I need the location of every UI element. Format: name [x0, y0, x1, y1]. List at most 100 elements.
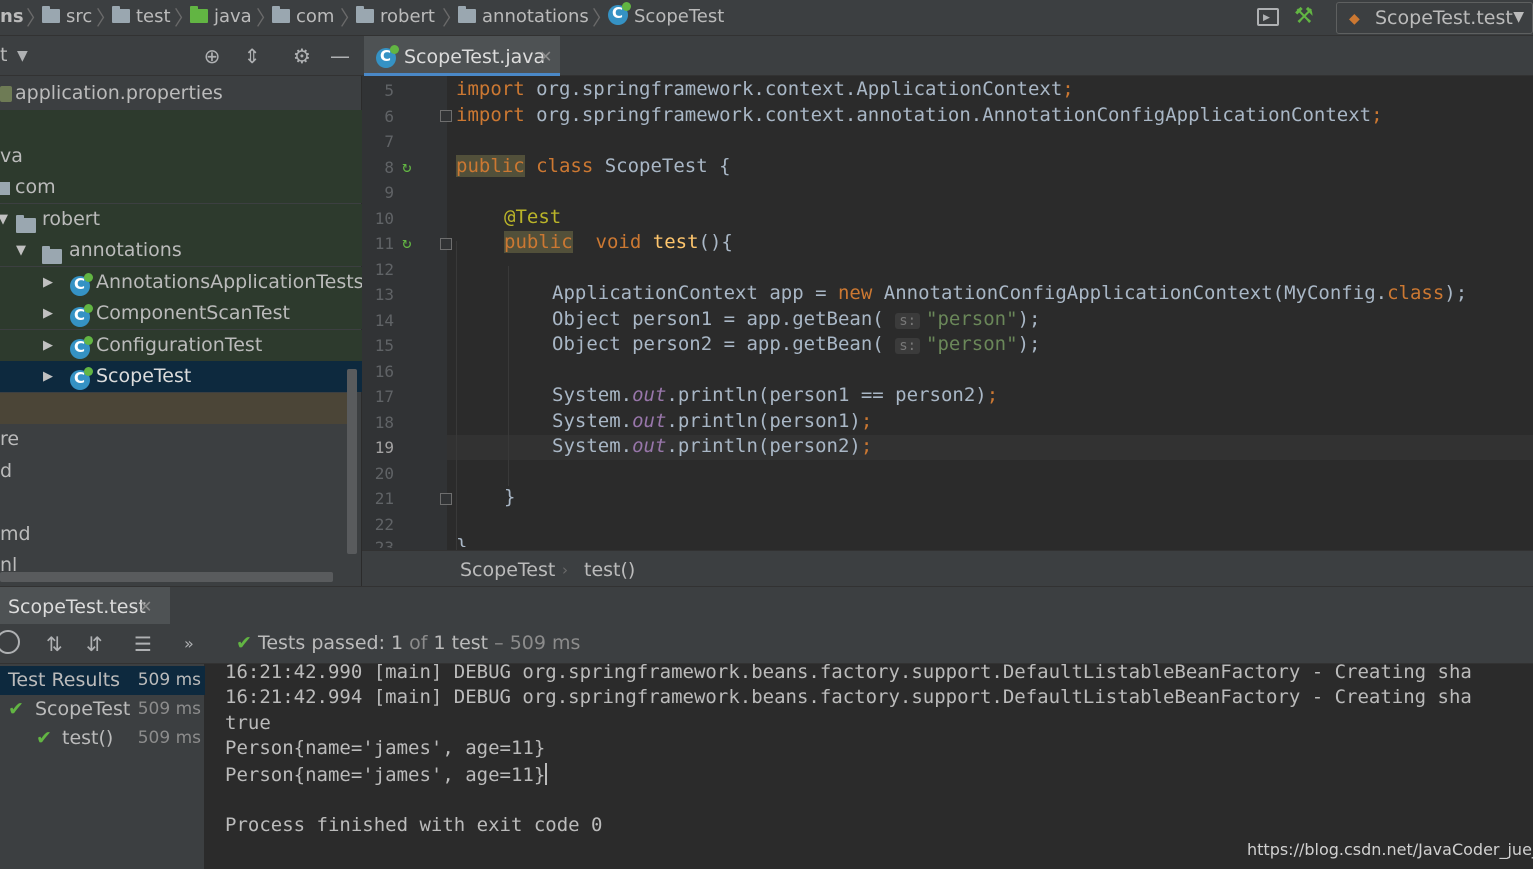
- horizontal-scrollbar[interactable]: [0, 572, 333, 582]
- parameter-hint: s:: [895, 313, 921, 329]
- run-test-class-icon[interactable]: ↻: [402, 157, 420, 176]
- indent-guide: [456, 241, 457, 550]
- sort-alphabetically-icon[interactable]: ⇅: [46, 632, 63, 656]
- line-number: 16: [374, 362, 394, 381]
- chevron-down-icon[interactable]: ▼: [16, 235, 32, 266]
- tree-item-configurationtest[interactable]: ▶ ConfigurationTest: [0, 330, 362, 361]
- run-configuration-select[interactable]: ◆ ScopeTest.test ▼: [1336, 2, 1533, 34]
- console-line: 16:21:42.994 [main] DEBUG org.springfram…: [225, 686, 1472, 708]
- locate-target-icon[interactable]: ⊕: [200, 44, 224, 68]
- tab-scopetest-java[interactable]: ScopeTest.java ✕: [364, 36, 560, 76]
- test-status: ✔ Tests passed: 1 of 1 test – 509 ms: [236, 632, 580, 654]
- status-of: of: [403, 632, 434, 654]
- test-class-scopetest[interactable]: ✔ ScopeTest 509 ms: [0, 695, 205, 724]
- console-output[interactable]: 16:21:42.990 [main] DEBUG org.springfram…: [205, 664, 1533, 869]
- tab-run-scopetest[interactable]: ScopeTest.test ✕: [0, 587, 170, 625]
- check-icon: ✔: [236, 632, 252, 654]
- chevron-down-icon: ▼: [1513, 9, 1524, 25]
- code-line-13: ApplicationContext app = new AnnotationC…: [552, 282, 1468, 304]
- watermark-url: https://blog.csdn.net/JavaCoder_juejue: [1247, 840, 1533, 859]
- tree-item-componentscantest[interactable]: ▶ ComponentScanTest: [0, 298, 362, 329]
- junit-config-icon: ◆: [1349, 11, 1360, 27]
- breadcrumb-test[interactable]: test: [112, 0, 171, 36]
- breadcrumb-robert[interactable]: robert: [356, 0, 435, 36]
- test-method-test[interactable]: ✔ test() 509 ms: [0, 724, 205, 753]
- breadcrumb-java[interactable]: java: [190, 0, 252, 36]
- tree-item-label: robert: [42, 208, 101, 230]
- folder-icon: [112, 6, 130, 23]
- chevron-right-icon: ›: [562, 561, 568, 579]
- chevron-down-icon[interactable]: ▼: [17, 48, 28, 64]
- breadcrumb-module[interactable]: ns: [0, 0, 24, 36]
- breadcrumb-scopetest[interactable]: ScopeTest: [608, 0, 724, 36]
- tab-label: ScopeTest.test: [8, 596, 146, 618]
- chevron-right-icon[interactable]: ▶: [43, 267, 59, 298]
- test-duration: 509 ms: [137, 670, 201, 690]
- run-test-method-icon[interactable]: ↻: [402, 233, 420, 252]
- stop-ignored-icon[interactable]: [0, 630, 20, 654]
- tree-item-robert[interactable]: ▼ robert: [0, 204, 362, 235]
- breadcrumb-com[interactable]: com: [272, 0, 334, 36]
- tree-item-nl[interactable]: nl: [0, 550, 362, 572]
- expand-all-icon[interactable]: ☰: [134, 632, 152, 656]
- tree-item-annotationsapplicationtests[interactable]: ▶ AnnotationsApplicationTests: [0, 267, 364, 298]
- breadcrumb-annotations[interactable]: annotations: [458, 0, 589, 36]
- chevron-right-icon[interactable]: ▶: [43, 330, 59, 361]
- fold-marker-icon[interactable]: [440, 238, 452, 250]
- code-line-6: import org.springframework.context.annot…: [456, 104, 1383, 126]
- project-view-selector[interactable]: t: [0, 44, 7, 66]
- gear-icon[interactable]: ⚙: [290, 44, 314, 68]
- chevron-right-icon[interactable]: ▶: [43, 298, 59, 329]
- line-number: 13: [374, 285, 394, 304]
- project-structure-icon[interactable]: ▶: [1257, 8, 1279, 26]
- package-icon: [0, 182, 10, 195]
- line-number: 22: [374, 515, 394, 534]
- indent-guide: [508, 266, 509, 486]
- minimize-icon[interactable]: —: [328, 44, 352, 68]
- more-actions-icon[interactable]: »: [184, 634, 194, 653]
- folder-icon: [42, 6, 60, 23]
- code-line-11: public void test(){: [504, 231, 733, 253]
- chevron-right-icon: 〉: [442, 6, 462, 30]
- tree-item-java[interactable]: va: [0, 141, 362, 172]
- tree-item-scopetest[interactable]: ▶ ScopeTest: [0, 361, 362, 392]
- breadcrumb-label: src: [66, 6, 93, 27]
- chevron-right-icon: 〉: [340, 6, 360, 30]
- collapse-all-icon[interactable]: ⇕: [240, 44, 264, 68]
- test-results-root[interactable]: Test Results 509 ms: [0, 666, 205, 695]
- vertical-scrollbar[interactable]: [347, 369, 357, 554]
- tab-label: ScopeTest.java: [404, 46, 546, 68]
- sort-by-duration-icon[interactable]: ⇵: [86, 632, 103, 656]
- breadcrumb-label: ns: [0, 6, 24, 27]
- fold-marker-icon[interactable]: [440, 493, 452, 505]
- console-line: 16:21:42.990 [main] DEBUG org.springfram…: [225, 664, 1472, 683]
- breadcrumb-method[interactable]: test(): [584, 559, 635, 581]
- line-number: 8: [384, 158, 394, 177]
- close-icon[interactable]: ✕: [539, 47, 552, 66]
- editor-tab-bar: ScopeTest.java ✕: [362, 36, 1533, 76]
- fold-marker-icon[interactable]: [440, 110, 452, 122]
- tree-item-annotations[interactable]: ▼ annotations: [0, 235, 362, 266]
- close-icon[interactable]: ✕: [139, 597, 152, 616]
- line-number: 20: [374, 464, 394, 483]
- test-class-icon: [376, 45, 399, 68]
- code-editor[interactable]: 5 6 7 8 9 10 11 12 13 14 15 16 17 18 19 …: [362, 76, 1533, 550]
- chevron-down-icon[interactable]: ▼: [0, 204, 14, 235]
- tree-item-com[interactable]: com: [0, 172, 362, 203]
- breadcrumb-label: robert: [380, 6, 435, 27]
- package-icon: [356, 6, 374, 23]
- code-line-17: System.out.println(person1 == person2);: [552, 384, 999, 406]
- chevron-right-icon[interactable]: ▶: [43, 361, 59, 392]
- tree-item-re[interactable]: re: [0, 424, 362, 455]
- build-hammer-icon[interactable]: ⚒: [1294, 4, 1314, 29]
- chevron-right-icon: 〉: [26, 6, 46, 30]
- tree-item-label: d: [0, 460, 13, 482]
- tree-item-application-properties[interactable]: application.properties: [0, 78, 362, 109]
- breadcrumb-class[interactable]: ScopeTest: [460, 559, 555, 581]
- line-number: 5: [384, 81, 394, 100]
- tree-item-label: ComponentScanTest: [96, 302, 290, 324]
- tree-item-d[interactable]: d: [0, 456, 362, 487]
- breadcrumb-src[interactable]: src: [42, 0, 92, 36]
- test-tree-label: Test Results: [8, 669, 121, 691]
- tree-item-md[interactable]: md: [0, 519, 362, 550]
